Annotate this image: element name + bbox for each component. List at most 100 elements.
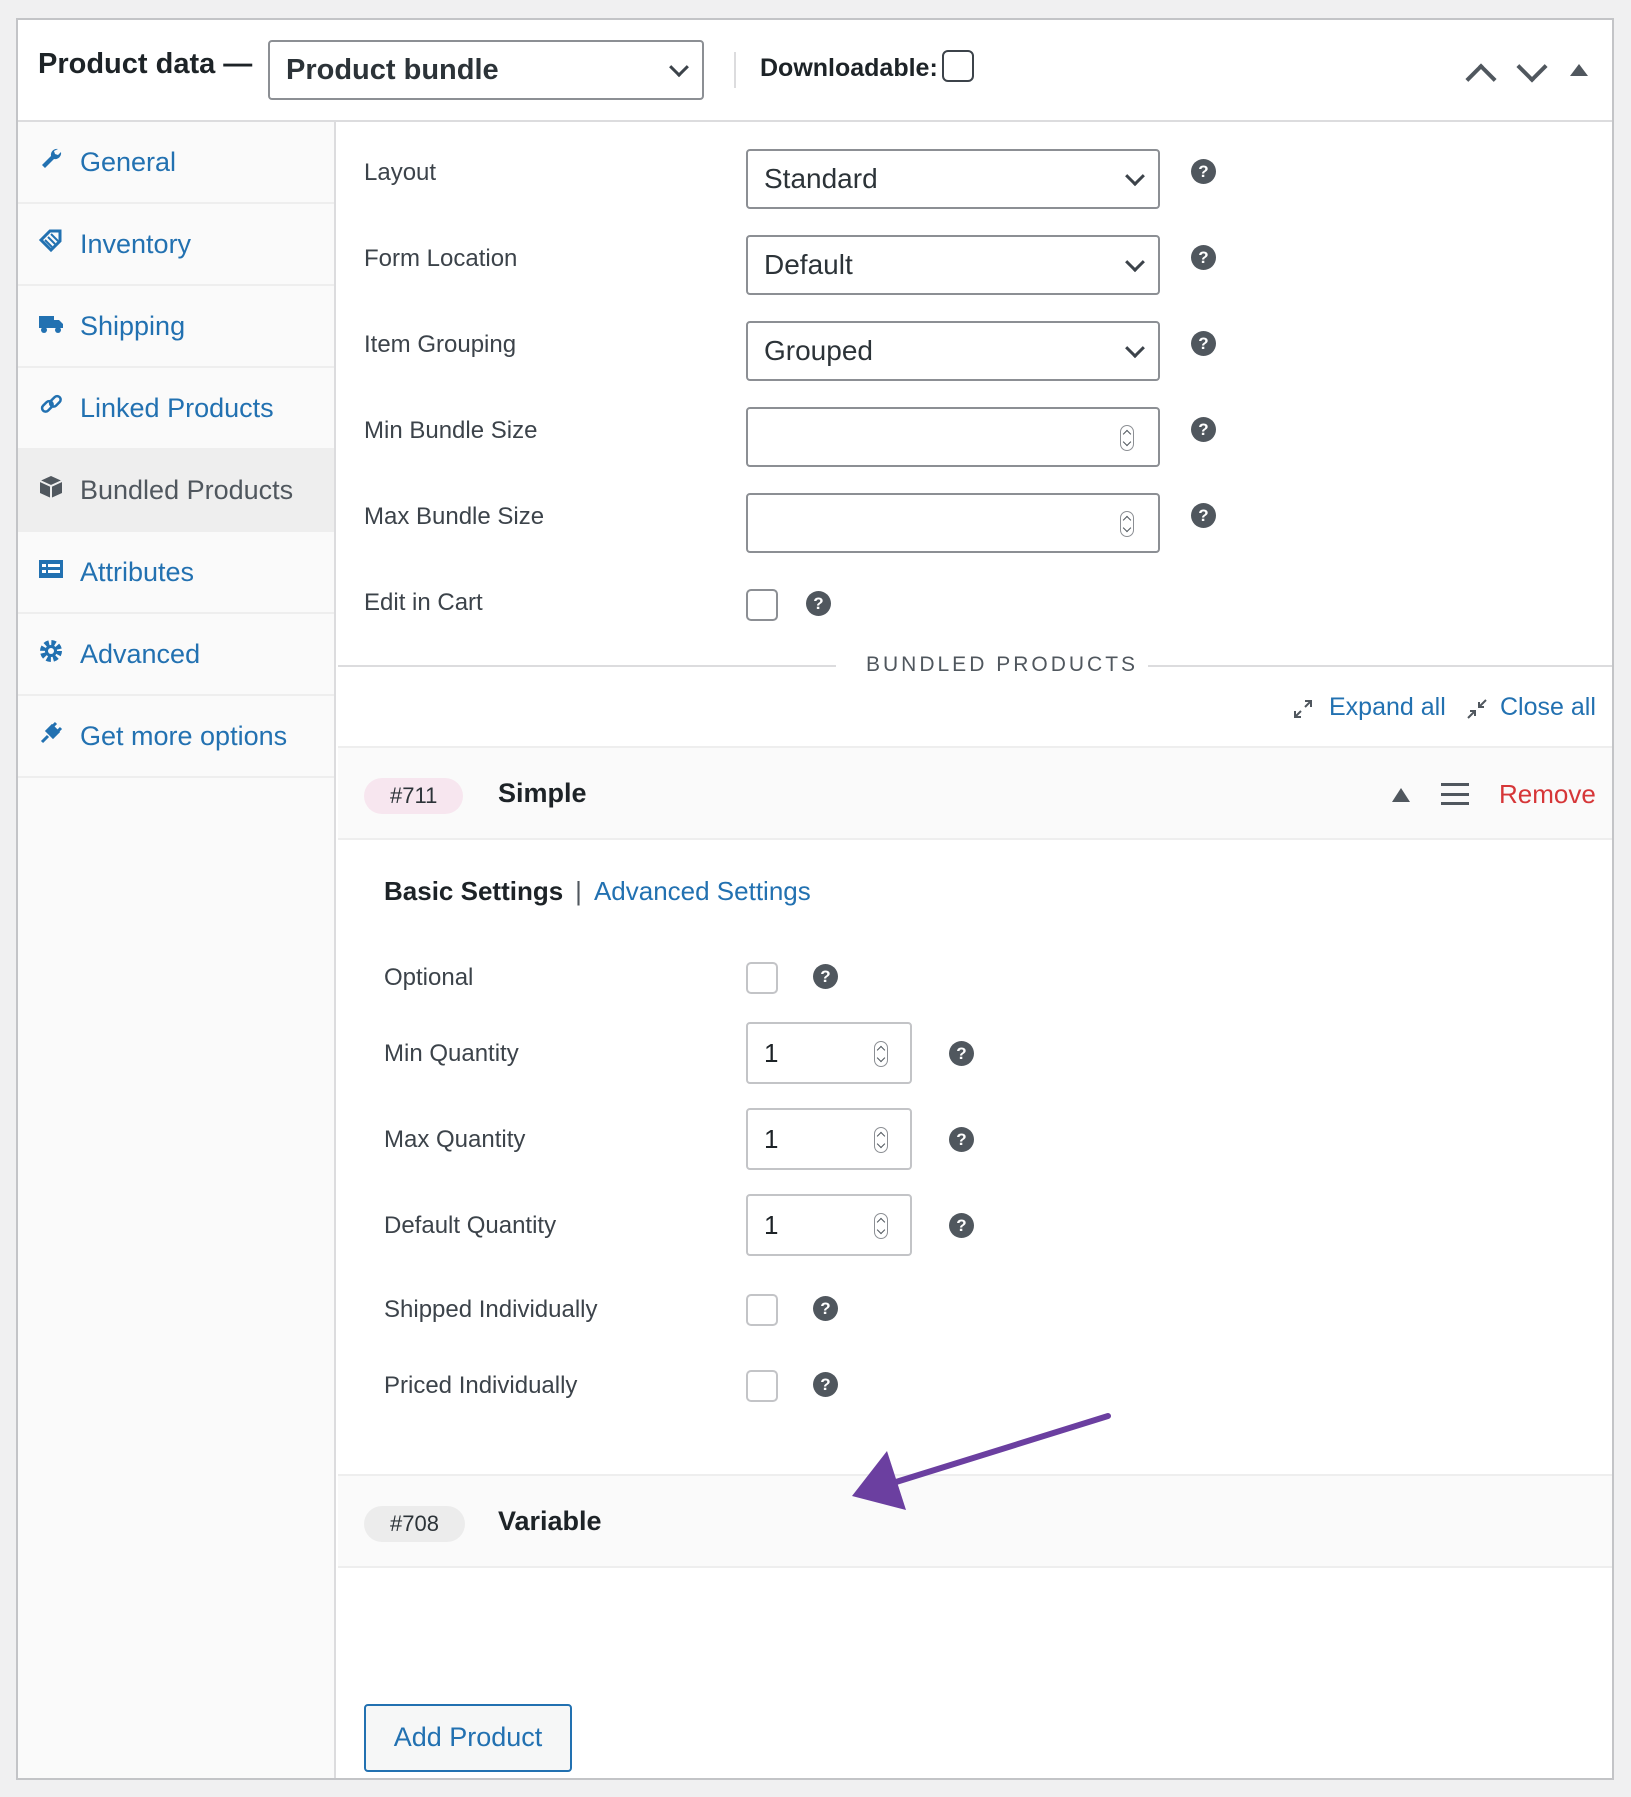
help-icon[interactable]: ?: [1191, 417, 1216, 442]
number-spinner-icon[interactable]: [1120, 511, 1134, 537]
help-icon[interactable]: ?: [949, 1213, 974, 1238]
number-spinner-icon[interactable]: [1120, 425, 1134, 451]
optional-label: Optional: [384, 964, 474, 991]
sidebar-item-label: Attributes: [80, 557, 195, 587]
priced-individually-row: Priced Individually ?: [338, 1362, 1612, 1422]
sidebar-item-label: Advanced: [80, 639, 201, 669]
sidebar-item-label: Bundled Products: [80, 475, 294, 505]
collapse-item-icon[interactable]: [1392, 788, 1410, 802]
number-spinner-icon[interactable]: [874, 1127, 888, 1153]
truck-icon: [39, 316, 63, 333]
min-quantity-input[interactable]: 1: [746, 1022, 912, 1084]
sidebar-item-label: Inventory: [80, 229, 192, 259]
close-all-link[interactable]: Close all: [1500, 693, 1596, 722]
max-quantity-row: Max Quantity 1 ?: [338, 1108, 1612, 1176]
max-quantity-input[interactable]: 1: [746, 1108, 912, 1170]
form-location-row: Form Location Default ?: [338, 235, 1612, 295]
sidebar-item-label: Linked Products: [80, 393, 274, 423]
add-product-button[interactable]: Add Product: [364, 1704, 572, 1772]
downloadable-label: Downloadable:: [760, 54, 938, 82]
tab-basic-settings[interactable]: Basic Settings: [384, 876, 563, 906]
header-divider: [734, 52, 736, 88]
bundled-products-heading: BUNDLED PRODUCTS: [866, 653, 1139, 676]
help-icon[interactable]: ?: [813, 964, 838, 989]
sidebar-item-advanced[interactable]: Advanced: [18, 614, 334, 696]
form-location-label: Form Location: [364, 245, 518, 272]
form-location-select[interactable]: Default: [746, 235, 1160, 295]
edit-in-cart-row: Edit in Cart ?: [338, 579, 1612, 639]
priced-individually-checkbox[interactable]: [746, 1370, 778, 1402]
remove-item-link[interactable]: Remove: [1499, 779, 1596, 810]
item-grouping-select[interactable]: Grouped: [746, 321, 1160, 381]
sidebar-item-label: General: [80, 147, 177, 177]
optional-row: Optional ?: [338, 954, 1612, 1014]
link-icon: [40, 394, 62, 413]
shipped-individually-checkbox[interactable]: [746, 1294, 778, 1326]
product-type-select[interactable]: Product bundle: [268, 40, 704, 100]
move-down-icon[interactable]: [1516, 51, 1548, 83]
item-settings-tabs: Basic Settings | Advanced Settings: [384, 876, 811, 907]
drag-handle-icon[interactable]: [1441, 783, 1469, 805]
sidebar-item-general[interactable]: General: [18, 122, 334, 204]
number-spinner-icon[interactable]: [874, 1213, 888, 1239]
layout-select[interactable]: Standard: [746, 149, 1160, 209]
edit-in-cart-label: Edit in Cart: [364, 589, 483, 616]
min-quantity-label: Min Quantity: [384, 1040, 519, 1067]
help-icon[interactable]: ?: [949, 1041, 974, 1066]
box-icon: [39, 476, 63, 498]
help-icon[interactable]: ?: [813, 1296, 838, 1321]
expand-icon[interactable]: [1292, 698, 1314, 720]
sidebar-item-inventory[interactable]: Inventory: [18, 204, 334, 286]
optional-checkbox[interactable]: [746, 962, 778, 994]
wrench-icon: [42, 148, 62, 168]
item-name: Variable: [498, 1506, 602, 1536]
number-spinner-icon[interactable]: [874, 1041, 888, 1067]
sidebar-item-linked-products[interactable]: Linked Products: [18, 368, 334, 450]
product-data-header: Product data — Product bundle Downloadab…: [18, 20, 1612, 122]
min-quantity-row: Min Quantity 1 ?: [338, 1022, 1612, 1090]
chevron-down-icon: [1125, 338, 1145, 359]
min-quantity-value: 1: [764, 1038, 779, 1068]
item-grouping-label: Item Grouping: [364, 331, 517, 358]
expand-all-link[interactable]: Expand all: [1329, 693, 1446, 722]
help-icon[interactable]: ?: [949, 1127, 974, 1152]
edit-in-cart-checkbox[interactable]: [746, 589, 778, 621]
default-quantity-row: Default Quantity 1 ?: [338, 1194, 1612, 1262]
sidebar-item-get-more-options[interactable]: Get more options: [18, 696, 334, 778]
form-location-value: Default: [764, 249, 853, 280]
help-icon[interactable]: ?: [1191, 503, 1216, 528]
bundle-settings-panel: Layout Standard ? Form Location Default …: [338, 122, 1612, 1778]
min-bundle-size-input[interactable]: [746, 407, 1160, 467]
default-quantity-input[interactable]: 1: [746, 1194, 912, 1256]
min-bundle-size-row: Min Bundle Size ?: [338, 407, 1612, 467]
plugin-icon: [40, 721, 63, 744]
bundled-item-header[interactable]: #711 Simple Remove: [338, 746, 1612, 840]
section-divider: [1148, 665, 1612, 667]
help-icon[interactable]: ?: [1191, 245, 1216, 270]
downloadable-checkbox[interactable]: [942, 50, 974, 82]
help-icon[interactable]: ?: [806, 591, 831, 616]
max-bundle-size-label: Max Bundle Size: [364, 503, 545, 530]
priced-individually-label: Priced Individually: [384, 1372, 578, 1399]
sidebar-item-shipping[interactable]: Shipping: [18, 286, 334, 368]
move-up-icon[interactable]: [1465, 63, 1497, 95]
help-icon[interactable]: ?: [1191, 159, 1216, 184]
tab-advanced-settings[interactable]: Advanced Settings: [594, 876, 811, 906]
layout-value: Standard: [764, 163, 878, 194]
help-icon[interactable]: ?: [813, 1372, 838, 1397]
product-data-tabs: General Inventory Shipping Linked Produc…: [18, 122, 336, 1778]
product-data-title: Product data —: [38, 48, 253, 80]
gear-icon: [40, 640, 62, 662]
chevron-down-icon: [1125, 166, 1145, 187]
max-quantity-value: 1: [764, 1124, 779, 1154]
help-icon[interactable]: ?: [1191, 331, 1216, 356]
sidebar-item-bundled-products[interactable]: Bundled Products: [18, 450, 334, 532]
collapse-icon[interactable]: [1466, 698, 1488, 720]
min-bundle-size-label: Min Bundle Size: [364, 417, 538, 444]
sidebar-item-attributes[interactable]: Attributes: [18, 532, 334, 614]
bundled-item-header[interactable]: #708 Variable: [338, 1474, 1612, 1568]
max-bundle-size-input[interactable]: [746, 493, 1160, 553]
item-name: Simple: [498, 778, 587, 808]
collapse-panel-icon[interactable]: [1570, 64, 1588, 76]
default-quantity-label: Default Quantity: [384, 1212, 557, 1239]
